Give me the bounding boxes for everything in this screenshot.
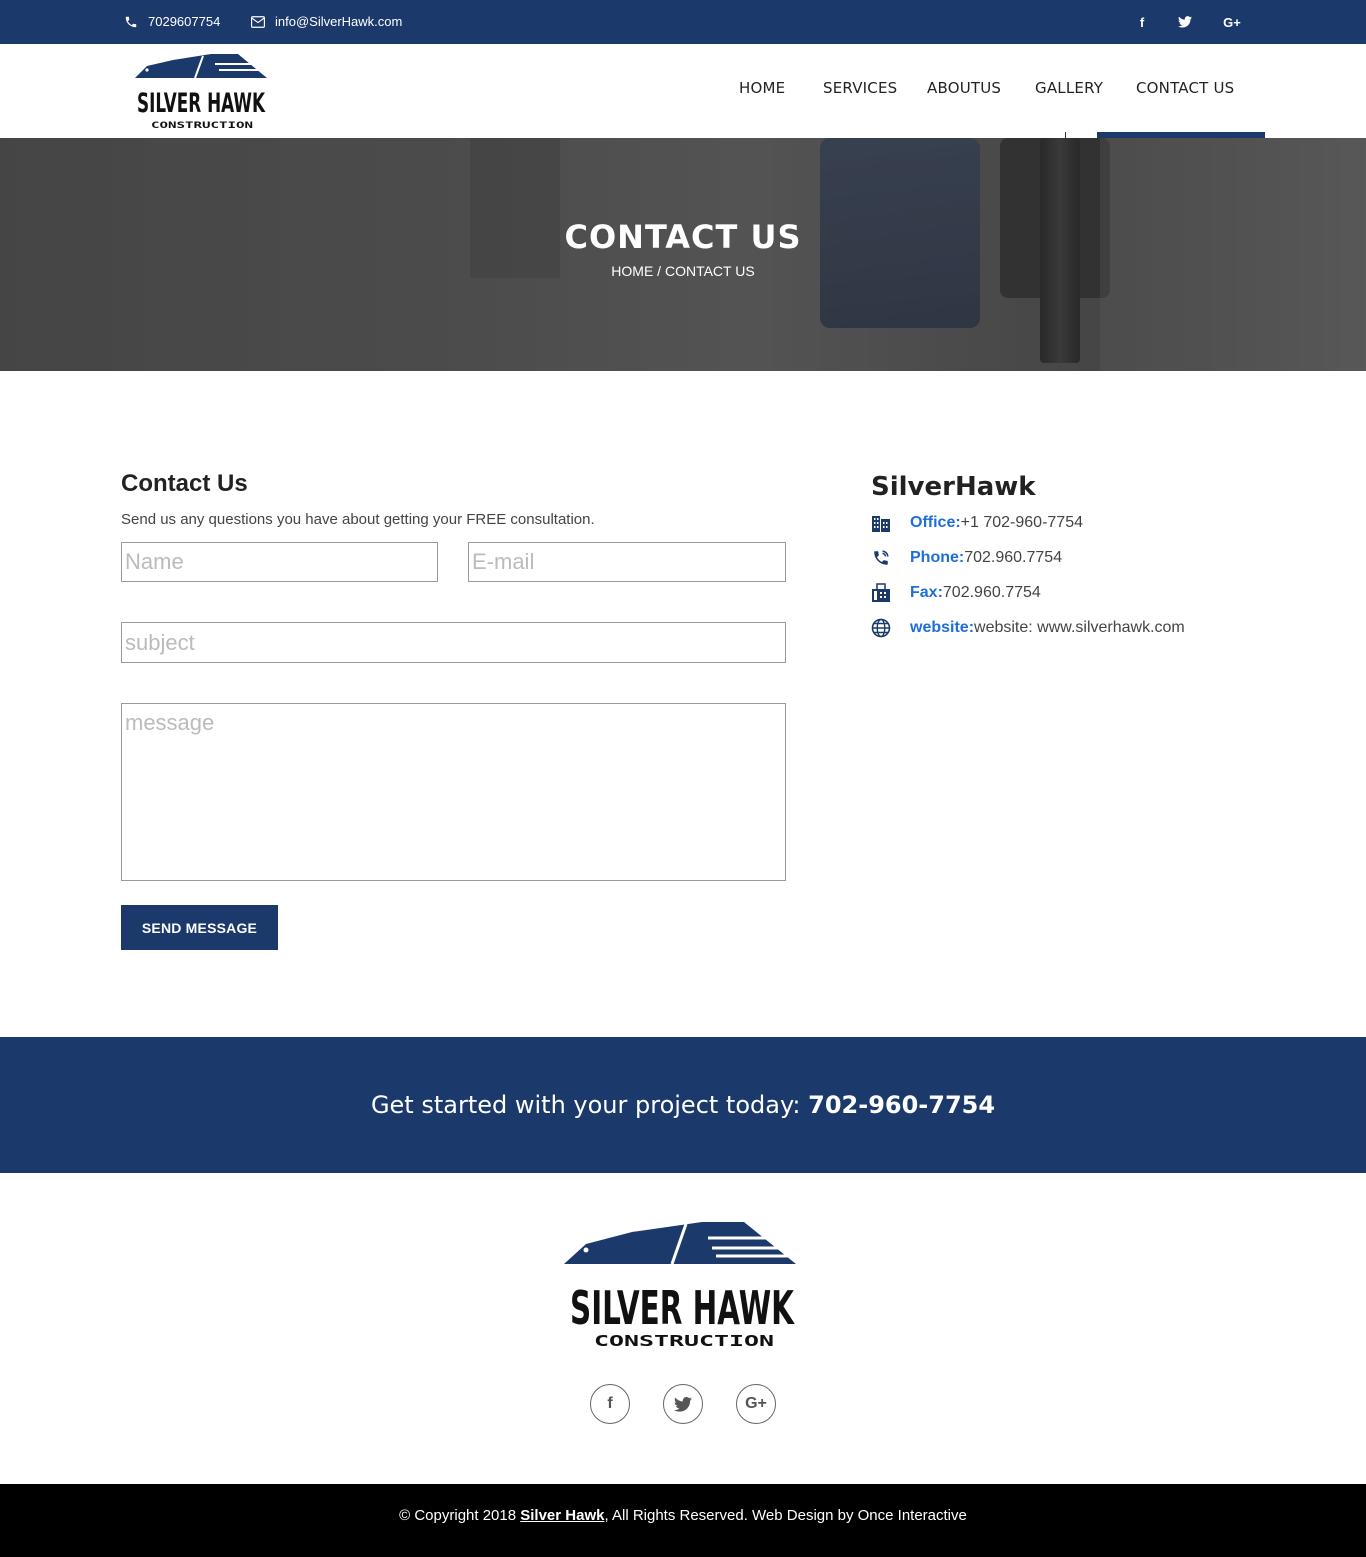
copyright-suffix: , All Rights Reserved. Web Design by Onc…: [604, 1507, 967, 1524]
brand-logo-title: SILVER HAWK: [137, 88, 266, 119]
footer-logo-title: SILVER HAWK: [570, 1281, 795, 1335]
site-header: SILVER HAWK CONSTRUCTION HOME SERVICES A…: [0, 44, 1366, 138]
building-icon: [871, 513, 891, 533]
cta-text: Get started with your project today: 702…: [0, 1091, 1366, 1119]
footer-logo-subtitle: CONSTRUCTION: [594, 1332, 774, 1350]
cta-phone-number[interactable]: 702-960-7754: [808, 1091, 995, 1119]
contact-form-description: Send us any questions you have about get…: [121, 511, 595, 528]
topbar-phone-text: 7029607754: [148, 14, 221, 29]
info-fax: Fax: 702.960.7754: [871, 583, 1041, 603]
footer-google-plus-icon[interactable]: G+: [736, 1384, 776, 1424]
page-banner: CONTACT US HOME / CONTACT US: [0, 138, 1366, 371]
nav-home[interactable]: HOME: [739, 79, 785, 97]
cta-text-label: Get started with your project today:: [370, 1091, 809, 1119]
fax-label: Fax:: [910, 584, 943, 601]
website-value[interactable]: website: www.silverhawk.com: [974, 619, 1185, 637]
email-input[interactable]: [468, 542, 786, 582]
google-plus-icon[interactable]: G+: [1222, 12, 1242, 32]
footer-logo[interactable]: SILVER HAWK CONSTRUCTION: [562, 1220, 798, 1350]
footer-twitter-icon[interactable]: [663, 1384, 703, 1424]
envelope-icon: [251, 15, 265, 29]
page-title: CONTACT US: [564, 218, 802, 256]
send-message-button[interactable]: SEND MESSAGE: [121, 905, 278, 950]
copyright-brand-link[interactable]: Silver Hawk: [520, 1507, 604, 1524]
twitter-icon[interactable]: [1175, 12, 1195, 32]
phone-icon: [124, 15, 138, 29]
call-to-action-band: Get started with your project today: 702…: [0, 1037, 1366, 1173]
top-bar: 7029607754 info@SilverHawk.com f G+: [0, 0, 1366, 44]
phone-value[interactable]: 702.960.7754: [964, 549, 1062, 567]
globe-icon: [871, 618, 891, 638]
message-textarea[interactable]: [121, 703, 786, 881]
footer-facebook-icon[interactable]: f: [590, 1384, 630, 1424]
phone-label: Phone:: [910, 549, 965, 566]
fax-icon: [871, 583, 891, 603]
subject-input[interactable]: [121, 622, 786, 663]
nav-gallery[interactable]: GALLERY: [1035, 79, 1103, 97]
website-label: website:: [910, 619, 975, 636]
breadcrumb[interactable]: HOME / CONTACT US: [0, 263, 1366, 279]
phone-icon: [871, 548, 891, 568]
topbar-phone[interactable]: 7029607754: [124, 14, 220, 29]
info-phone: Phone: 702.960.7754: [871, 548, 1062, 568]
name-input[interactable]: [121, 542, 438, 582]
office-label: Office:: [910, 514, 961, 531]
copyright-prefix: © Copyright 2018: [399, 1507, 521, 1524]
facebook-icon[interactable]: f: [1132, 12, 1152, 32]
company-info-title: SilverHawk: [871, 472, 1036, 502]
topbar-email[interactable]: info@SilverHawk.com: [251, 14, 402, 29]
nav-aboutus[interactable]: ABOUTUS: [927, 79, 1001, 97]
copyright-bar: © Copyright 2018 Silver Hawk, All Rights…: [0, 1484, 1366, 1557]
brand-logo[interactable]: SILVER HAWK CONSTRUCTION: [133, 52, 268, 132]
office-value: +1 702-960-7754: [960, 514, 1083, 531]
info-office: Office: +1 702-960-7754: [871, 513, 1083, 533]
fax-value: 702.960.7754: [942, 584, 1041, 601]
nav-services[interactable]: SERVICES: [823, 79, 897, 97]
nav-contact-us[interactable]: CONTACT US: [1136, 79, 1234, 97]
topbar-email-text: info@SilverHawk.com: [275, 14, 403, 29]
contact-form-title: Contact Us: [121, 470, 248, 497]
info-website: website: website: www.silverhawk.com: [871, 618, 1185, 638]
brand-logo-subtitle: CONSTRUCTION: [151, 121, 253, 131]
